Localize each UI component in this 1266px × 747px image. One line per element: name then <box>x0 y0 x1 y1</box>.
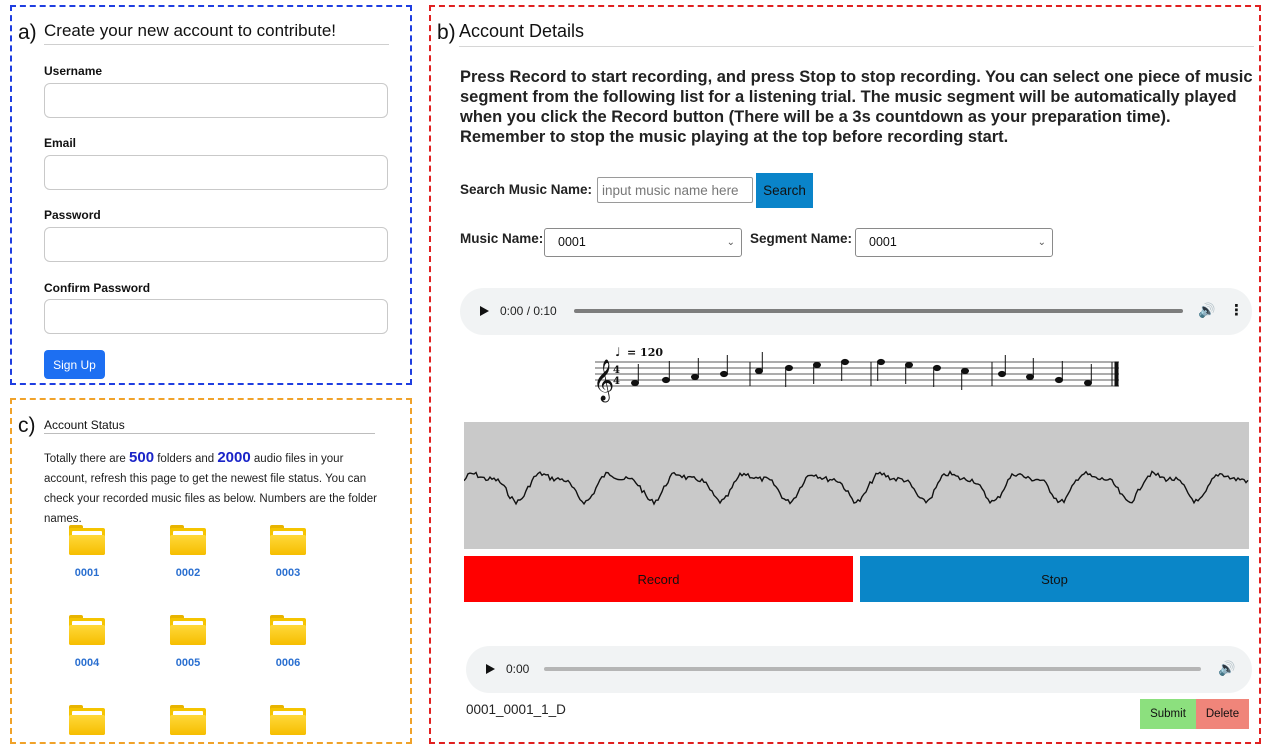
folder-label[interactable]: 0006 <box>258 657 318 669</box>
folder-item[interactable]: 0004 <box>57 615 117 669</box>
panel-letter-a: a) <box>18 21 37 44</box>
instruction-text: Press <box>460 68 510 86</box>
submit-button[interactable]: Submit <box>1140 699 1196 729</box>
instruction-emphasis: Record <box>611 108 669 126</box>
segment-name-label: Segment Name: <box>750 231 853 246</box>
recording-instructions: Press Record to start recording, and pre… <box>460 67 1255 147</box>
progress-track[interactable] <box>574 309 1183 313</box>
status-text-part: folders and <box>154 453 218 465</box>
svg-text:4: 4 <box>613 376 620 387</box>
chevron-down-icon: ⌄ <box>726 237 735 248</box>
player-time: 0:00 <box>506 662 530 676</box>
waveform-display <box>463 422 1249 549</box>
music-name-value: 0001 <box>558 235 586 249</box>
folder-label[interactable]: 0001 <box>57 567 117 579</box>
svg-text:𝄞: 𝄞 <box>593 359 614 402</box>
volume-icon[interactable]: 🔊 <box>1198 302 1215 319</box>
folder-item[interactable]: 0003 <box>258 525 318 579</box>
status-text-part: Totally there are <box>44 453 130 465</box>
stop-button[interactable]: Stop <box>860 556 1249 602</box>
delete-button[interactable]: Delete <box>1196 699 1249 729</box>
segment-name-value: 0001 <box>869 235 897 249</box>
folder-icon <box>270 615 306 645</box>
folder-label[interactable]: 0002 <box>158 567 218 579</box>
tempo-marking: = 120 <box>627 346 663 359</box>
folder-label[interactable]: 0005 <box>158 657 218 669</box>
play-icon[interactable] <box>486 664 495 674</box>
title-divider <box>44 433 375 434</box>
instruction-emphasis: Stop <box>799 68 836 86</box>
email-label: Email <box>44 136 77 150</box>
folder-icon <box>270 525 306 555</box>
folder-icon <box>69 525 105 555</box>
svg-text:♩: ♩ <box>615 345 621 359</box>
account-status-text: Totally there are 500 folders and 2000 a… <box>44 448 384 529</box>
account-status-panel: c) Account Status Totally there are 500 … <box>10 398 412 744</box>
play-icon[interactable] <box>480 306 489 316</box>
folder-item[interactable] <box>57 705 117 735</box>
player-time: 0:00 / 0:10 <box>500 304 557 318</box>
title-divider <box>459 46 1254 47</box>
folder-label[interactable]: 0004 <box>57 657 117 669</box>
instruction-emphasis: Record <box>509 68 567 86</box>
folder-item[interactable]: 0005 <box>158 615 218 669</box>
music-name-select[interactable]: 0001 ⌄ <box>544 228 742 257</box>
username-input[interactable] <box>44 83 388 118</box>
instruction-text: to start recording, and press <box>566 68 800 86</box>
signup-title: Create your new account to contribute! <box>44 21 336 40</box>
folder-icon <box>69 705 105 735</box>
recording-audio-player[interactable]: 0:00 🔊 <box>466 646 1252 693</box>
confirm-password-label: Confirm Password <box>44 281 151 295</box>
folder-count: 500 <box>129 449 155 466</box>
password-label: Password <box>44 208 101 222</box>
folder-icon <box>170 615 206 645</box>
waveform-trace <box>463 470 1249 506</box>
account-status-title: Account Status <box>44 418 125 432</box>
username-label: Username <box>44 64 103 78</box>
folder-item[interactable] <box>258 705 318 735</box>
music-name-label: Music Name: <box>460 231 544 246</box>
title-divider <box>44 44 389 45</box>
folder-icon <box>270 705 306 735</box>
account-details-panel: b) Account Details Press Record to start… <box>429 5 1261 744</box>
folder-icon <box>69 615 105 645</box>
record-button[interactable]: Record <box>464 556 853 602</box>
search-music-input[interactable] <box>597 177 753 203</box>
volume-icon[interactable]: 🔊 <box>1218 660 1235 677</box>
folder-item[interactable]: 0002 <box>158 525 218 579</box>
segment-name-select[interactable]: 0001 ⌄ <box>855 228 1053 257</box>
recorded-file-name: 0001_0001_1_D <box>466 702 566 717</box>
confirm-password-input[interactable] <box>44 299 388 334</box>
folder-item[interactable]: 0006 <box>258 615 318 669</box>
folder-item[interactable]: 0001 <box>57 525 117 579</box>
svg-text:4: 4 <box>613 365 620 376</box>
music-audio-player[interactable]: 0:00 / 0:10 🔊 ⋮ <box>460 288 1252 335</box>
more-options-icon[interactable]: ⋮ <box>1229 301 1244 319</box>
folder-icon <box>170 525 206 555</box>
sign-up-button[interactable]: Sign Up <box>44 350 105 379</box>
search-music-label: Search Music Name: <box>460 182 593 197</box>
chevron-down-icon: ⌄ <box>1037 237 1046 248</box>
signup-panel: a) Create your new account to contribute… <box>10 5 412 385</box>
folder-item[interactable] <box>158 705 218 735</box>
account-details-title: Account Details <box>459 21 585 41</box>
search-button[interactable]: Search <box>756 173 813 208</box>
panel-letter-b: b) <box>437 21 456 44</box>
sheet-music: 𝄞 4 4 ♩ = 120 <box>593 345 1119 402</box>
file-count: 2000 <box>217 449 251 466</box>
folder-icon <box>170 705 206 735</box>
progress-track[interactable] <box>544 667 1201 671</box>
panel-letter-c: c) <box>18 414 36 437</box>
email-input[interactable] <box>44 155 388 190</box>
folder-label[interactable]: 0003 <box>258 567 318 579</box>
password-input[interactable] <box>44 227 388 262</box>
